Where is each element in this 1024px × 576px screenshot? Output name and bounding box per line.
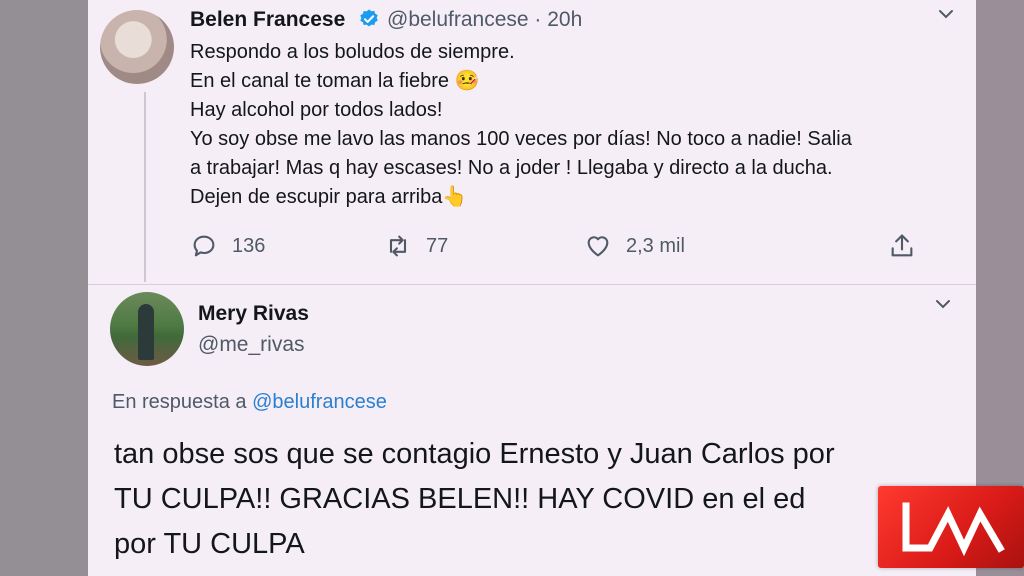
- like-count: 2,3 mil: [626, 234, 685, 257]
- avatar[interactable]: [110, 292, 184, 366]
- author-handle-time[interactable]: @belufrancese · 20h: [387, 8, 582, 32]
- tweet-line: Yo soy obse me lavo las manos 100 veces …: [190, 128, 852, 150]
- retweet-count: 77: [426, 234, 449, 257]
- channel-logo-icon: [902, 502, 1005, 557]
- verified-badge-icon: [360, 9, 378, 27]
- tweet-line: por TU CULPA: [114, 528, 305, 560]
- tweet-body: tan obse sos que se contagio Ernesto y J…: [114, 432, 974, 567]
- chevron-down-icon[interactable]: [933, 294, 953, 314]
- tweet-body: Respondo a los boludos de siempre. En el…: [190, 38, 976, 212]
- background-left: [0, 0, 88, 576]
- tweet-line: En el canal te toman la fiebre 🤒: [190, 70, 480, 92]
- tweet-thread-card: Belen Francese @belufrancese · 20h Respo…: [88, 0, 976, 576]
- share-button[interactable]: [888, 232, 916, 260]
- tweet-line: tan obse sos que se contagio Ernesto y J…: [114, 438, 835, 470]
- reply-context: En respuesta a @belufrancese: [112, 391, 387, 414]
- author-name[interactable]: Belen Francese: [190, 8, 345, 32]
- tweet-line: Dejen de escupir para arriba👆: [190, 186, 468, 208]
- retweet-icon: [389, 235, 407, 257]
- thread-connector: [144, 92, 146, 282]
- reply-prefix: En respuesta a: [112, 391, 253, 413]
- like-icon: [587, 236, 609, 257]
- tweet-line: Respondo a los boludos de siempre.: [190, 41, 515, 63]
- share-icon: [891, 234, 913, 257]
- avatar[interactable]: [100, 10, 174, 84]
- tweet-line: TU CULPA!! GRACIAS BELEN!! HAY COVID en …: [114, 483, 806, 515]
- reply-button[interactable]: 136: [190, 232, 265, 260]
- like-button[interactable]: 2,3 mil: [584, 232, 685, 260]
- reply-icon: [193, 235, 215, 257]
- reply-count: 136: [232, 234, 266, 257]
- chevron-down-icon[interactable]: [936, 4, 956, 24]
- tweet-actions: 136 77 2,3 mil: [190, 232, 930, 264]
- channel-logo: [878, 486, 1024, 568]
- divider: [88, 284, 976, 285]
- tweet-line: a trabajar! Mas q hay escases! No a jode…: [190, 157, 833, 179]
- tweet-line: Hay alcohol por todos lados!: [190, 99, 443, 121]
- retweet-button[interactable]: 77: [384, 232, 448, 260]
- author-handle[interactable]: @me_rivas: [198, 333, 305, 357]
- author-name[interactable]: Mery Rivas: [198, 302, 309, 326]
- reply-mention-link[interactable]: @belufrancese: [252, 391, 387, 413]
